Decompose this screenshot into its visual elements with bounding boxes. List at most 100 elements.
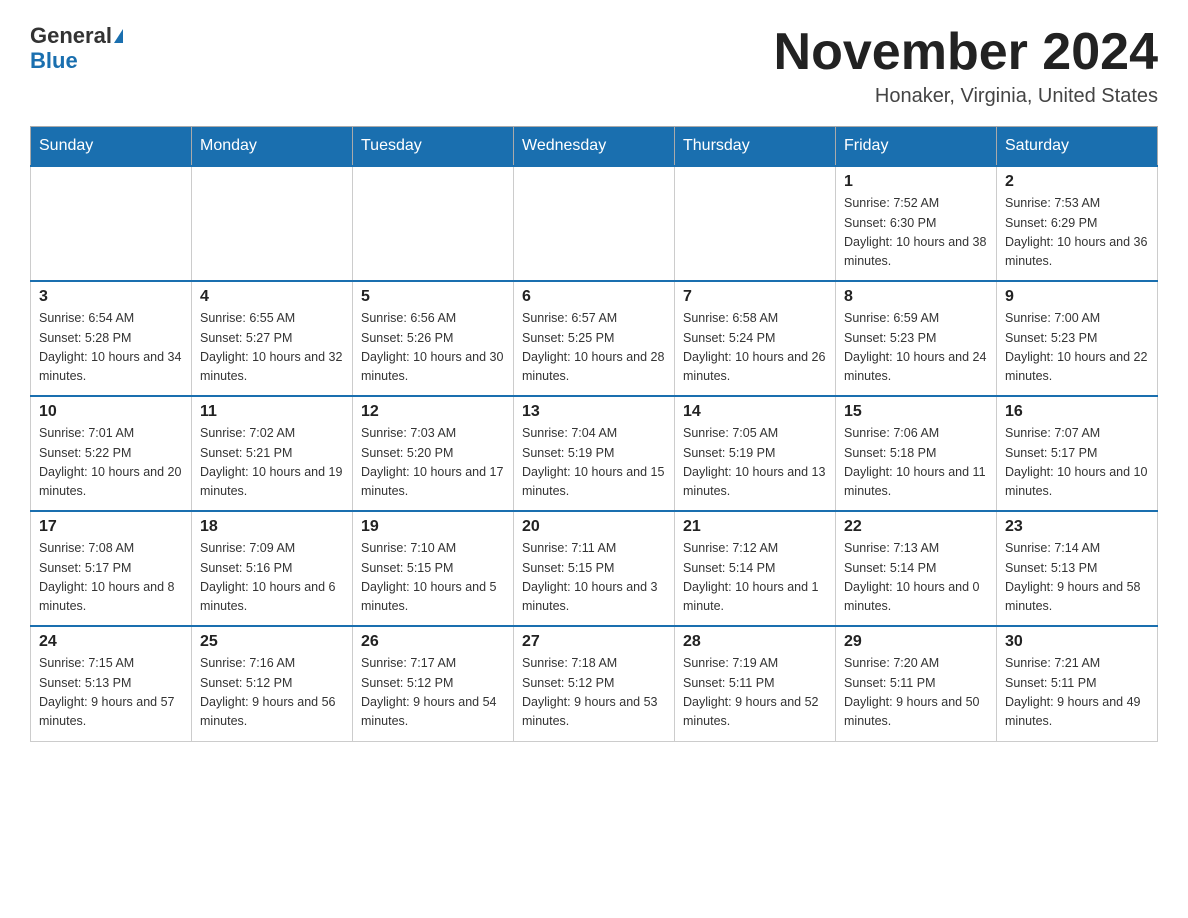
calendar-cell: 6Sunrise: 6:57 AMSunset: 5:25 PMDaylight… bbox=[514, 281, 675, 396]
day-number: 26 bbox=[361, 633, 505, 651]
calendar-cell: 8 Sunrise: 6:59 AMSunset: 5:23 PMDaylight… bbox=[836, 281, 997, 396]
month-title: November 2024 bbox=[774, 24, 1158, 81]
day-info: Sunrise: 7:17 AMSunset: 5:12 PMDaylight:… bbox=[361, 654, 505, 732]
day-info: Sunrise: 7:18 AMSunset: 5:12 PMDaylight:… bbox=[522, 654, 666, 732]
calendar-cell: 12 Sunrise: 7:03 AMSunset: 5:20 PMDayligh… bbox=[353, 396, 514, 511]
calendar-cell bbox=[192, 166, 353, 281]
title-block: November 2024 Honaker, Virginia, United … bbox=[774, 24, 1158, 108]
calendar-cell: 23 Sunrise: 7:14 AMSunset: 5:13 PMDayligh… bbox=[997, 511, 1158, 626]
day-number: 23 bbox=[1005, 518, 1149, 536]
weekday-header-monday: Monday bbox=[192, 127, 353, 167]
calendar-cell: 29 Sunrise: 7:20 AMSunset: 5:11 PMDayligh… bbox=[836, 626, 997, 741]
calendar-cell: 13 Sunrise: 7:04 AMSunset: 5:19 PMDayligh… bbox=[514, 396, 675, 511]
day-info: Sunrise: 7:09 AMSunset: 5:16 PMDaylight:… bbox=[200, 539, 344, 617]
calendar-table: SundayMondayTuesdayWednesdayThursdayFrid… bbox=[30, 126, 1158, 742]
calendar-cell bbox=[675, 166, 836, 281]
day-info: Sunrise: 7:20 AMSunset: 5:11 PMDaylight:… bbox=[844, 654, 988, 732]
calendar-cell: 19 Sunrise: 7:10 AMSunset: 5:15 PMDayligh… bbox=[353, 511, 514, 626]
day-number: 21 bbox=[683, 518, 827, 536]
day-number: 5 bbox=[361, 288, 505, 306]
calendar-cell: 20 Sunrise: 7:11 AMSunset: 5:15 PMDayligh… bbox=[514, 511, 675, 626]
day-info: Sunrise: 6:57 AMSunset: 5:25 PMDaylight:… bbox=[522, 309, 666, 387]
day-number: 9 bbox=[1005, 288, 1149, 306]
day-number: 10 bbox=[39, 403, 183, 421]
day-info: Sunrise: 7:10 AMSunset: 5:15 PMDaylight:… bbox=[361, 539, 505, 617]
calendar-cell: 24Sunrise: 7:15 AMSunset: 5:13 PMDayligh… bbox=[31, 626, 192, 741]
day-info: Sunrise: 7:14 AMSunset: 5:13 PMDaylight:… bbox=[1005, 539, 1149, 617]
calendar-cell: 14Sunrise: 7:05 AMSunset: 5:19 PMDayligh… bbox=[675, 396, 836, 511]
day-info: Sunrise: 7:03 AMSunset: 5:20 PMDaylight:… bbox=[361, 424, 505, 502]
day-number: 3 bbox=[39, 288, 183, 306]
logo-text-general: General bbox=[30, 24, 112, 48]
calendar-cell bbox=[514, 166, 675, 281]
calendar-cell: 18 Sunrise: 7:09 AMSunset: 5:16 PMDayligh… bbox=[192, 511, 353, 626]
week-row-4: 17Sunrise: 7:08 AMSunset: 5:17 PMDayligh… bbox=[31, 511, 1158, 626]
weekday-header-thursday: Thursday bbox=[675, 127, 836, 167]
calendar-cell: 4 Sunrise: 6:55 AMSunset: 5:27 PMDaylight… bbox=[192, 281, 353, 396]
day-number: 2 bbox=[1005, 173, 1149, 191]
weekday-header-wednesday: Wednesday bbox=[514, 127, 675, 167]
day-number: 19 bbox=[361, 518, 505, 536]
weekday-header-tuesday: Tuesday bbox=[353, 127, 514, 167]
day-info: Sunrise: 7:12 AMSunset: 5:14 PMDaylight:… bbox=[683, 539, 827, 617]
day-info: Sunrise: 6:59 AMSunset: 5:23 PMDaylight:… bbox=[844, 309, 988, 387]
day-number: 28 bbox=[683, 633, 827, 651]
day-info: Sunrise: 7:52 AMSunset: 6:30 PMDaylight:… bbox=[844, 194, 988, 272]
day-number: 22 bbox=[844, 518, 988, 536]
day-info: Sunrise: 6:55 AMSunset: 5:27 PMDaylight:… bbox=[200, 309, 344, 387]
calendar-cell: 5 Sunrise: 6:56 AMSunset: 5:26 PMDaylight… bbox=[353, 281, 514, 396]
day-number: 29 bbox=[844, 633, 988, 651]
calendar-cell: 15Sunrise: 7:06 AMSunset: 5:18 PMDayligh… bbox=[836, 396, 997, 511]
calendar-cell: 9 Sunrise: 7:00 AMSunset: 5:23 PMDaylight… bbox=[997, 281, 1158, 396]
page-header: General Blue November 2024 Honaker, Virg… bbox=[30, 24, 1158, 108]
day-number: 30 bbox=[1005, 633, 1149, 651]
day-number: 7 bbox=[683, 288, 827, 306]
logo-triangle-icon bbox=[114, 29, 123, 43]
day-info: Sunrise: 7:11 AMSunset: 5:15 PMDaylight:… bbox=[522, 539, 666, 617]
week-row-5: 24Sunrise: 7:15 AMSunset: 5:13 PMDayligh… bbox=[31, 626, 1158, 741]
day-number: 27 bbox=[522, 633, 666, 651]
day-info: Sunrise: 6:56 AMSunset: 5:26 PMDaylight:… bbox=[361, 309, 505, 387]
location: Honaker, Virginia, United States bbox=[774, 85, 1158, 108]
day-info: Sunrise: 7:13 AMSunset: 5:14 PMDaylight:… bbox=[844, 539, 988, 617]
calendar-cell: 17Sunrise: 7:08 AMSunset: 5:17 PMDayligh… bbox=[31, 511, 192, 626]
calendar-cell: 30 Sunrise: 7:21 AMSunset: 5:11 PMDayligh… bbox=[997, 626, 1158, 741]
calendar-cell: 25 Sunrise: 7:16 AMSunset: 5:12 PMDayligh… bbox=[192, 626, 353, 741]
day-number: 8 bbox=[844, 288, 988, 306]
day-info: Sunrise: 7:04 AMSunset: 5:19 PMDaylight:… bbox=[522, 424, 666, 502]
day-info: Sunrise: 7:05 AMSunset: 5:19 PMDaylight:… bbox=[683, 424, 827, 502]
day-info: Sunrise: 7:21 AMSunset: 5:11 PMDaylight:… bbox=[1005, 654, 1149, 732]
logo: General Blue bbox=[30, 24, 123, 74]
calendar-cell: 2 Sunrise: 7:53 AMSunset: 6:29 PMDaylight… bbox=[997, 166, 1158, 281]
day-number: 20 bbox=[522, 518, 666, 536]
calendar-cell: 1 Sunrise: 7:52 AMSunset: 6:30 PMDaylight… bbox=[836, 166, 997, 281]
calendar-cell bbox=[31, 166, 192, 281]
logo-text-blue: Blue bbox=[30, 48, 78, 74]
day-number: 18 bbox=[200, 518, 344, 536]
day-number: 12 bbox=[361, 403, 505, 421]
day-info: Sunrise: 7:16 AMSunset: 5:12 PMDaylight:… bbox=[200, 654, 344, 732]
week-row-2: 3Sunrise: 6:54 AMSunset: 5:28 PMDaylight… bbox=[31, 281, 1158, 396]
calendar-cell: 27 Sunrise: 7:18 AMSunset: 5:12 PMDayligh… bbox=[514, 626, 675, 741]
day-info: Sunrise: 7:01 AMSunset: 5:22 PMDaylight:… bbox=[39, 424, 183, 502]
calendar-cell bbox=[353, 166, 514, 281]
weekday-header-row: SundayMondayTuesdayWednesdayThursdayFrid… bbox=[31, 127, 1158, 167]
day-number: 25 bbox=[200, 633, 344, 651]
day-info: Sunrise: 7:19 AMSunset: 5:11 PMDaylight:… bbox=[683, 654, 827, 732]
calendar-cell: 26 Sunrise: 7:17 AMSunset: 5:12 PMDayligh… bbox=[353, 626, 514, 741]
calendar-cell: 10 Sunrise: 7:01 AMSunset: 5:22 PMDayligh… bbox=[31, 396, 192, 511]
calendar-cell: 21 Sunrise: 7:12 AMSunset: 5:14 PMDayligh… bbox=[675, 511, 836, 626]
day-info: Sunrise: 7:15 AMSunset: 5:13 PMDaylight:… bbox=[39, 654, 183, 732]
calendar-cell: 3Sunrise: 6:54 AMSunset: 5:28 PMDaylight… bbox=[31, 281, 192, 396]
calendar-cell: 22 Sunrise: 7:13 AMSunset: 5:14 PMDayligh… bbox=[836, 511, 997, 626]
weekday-header-sunday: Sunday bbox=[31, 127, 192, 167]
weekday-header-saturday: Saturday bbox=[997, 127, 1158, 167]
day-info: Sunrise: 7:07 AMSunset: 5:17 PMDaylight:… bbox=[1005, 424, 1149, 502]
day-number: 1 bbox=[844, 173, 988, 191]
day-info: Sunrise: 7:00 AMSunset: 5:23 PMDaylight:… bbox=[1005, 309, 1149, 387]
day-number: 13 bbox=[522, 403, 666, 421]
day-info: Sunrise: 7:53 AMSunset: 6:29 PMDaylight:… bbox=[1005, 194, 1149, 272]
calendar-cell: 11Sunrise: 7:02 AMSunset: 5:21 PMDayligh… bbox=[192, 396, 353, 511]
day-number: 4 bbox=[200, 288, 344, 306]
day-number: 16 bbox=[1005, 403, 1149, 421]
